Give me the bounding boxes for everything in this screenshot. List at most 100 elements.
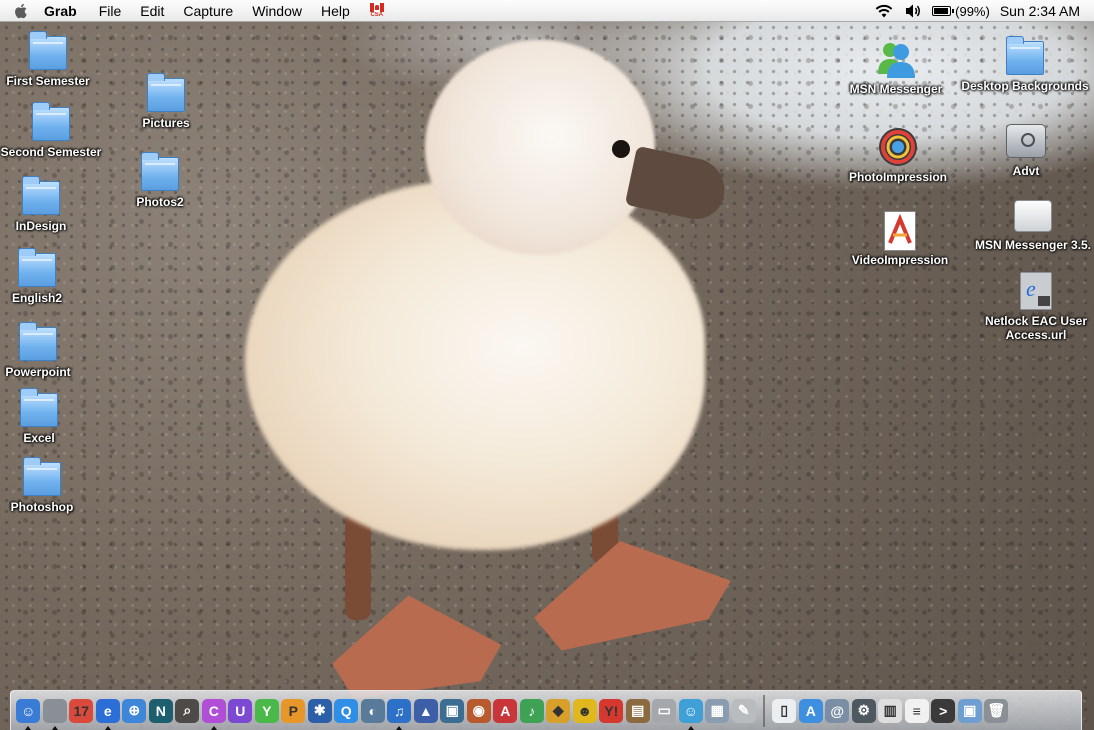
disk-image-icon: [1011, 194, 1055, 236]
dock-item-tool[interactable]: ✎: [731, 693, 758, 729]
desktop-icon-msn-messenger-3-5[interactable]: MSN Messenger 3.5.: [974, 194, 1092, 252]
dock-item-aim[interactable]: ☻: [572, 693, 599, 729]
dock-item-finder[interactable]: ☺: [15, 693, 42, 730]
dock-item-mountain-app[interactable]: ▲: [413, 693, 440, 729]
dock-item-trash[interactable]: 🗑: [983, 693, 1010, 729]
desktop-icon-english2[interactable]: English2: [0, 247, 96, 305]
quicktime-icon: Q: [334, 698, 359, 723]
dock: ☺ 17 e ⊕ N ⌕ C U Y P ✱ Q ◐ ♫ ▲ ▣ ◉ A ♪ ◆ ☻ Y! ▤ ▭ ☺ ▦ ✎ ▯ A @ ⚙ ▥ ≡ > ▣ 🗑: [10, 690, 1082, 730]
desktop-icon-pictures[interactable]: Pictures: [107, 72, 225, 130]
desktop-icon-photoshop[interactable]: Photoshop: [0, 456, 101, 514]
trash-icon: 🗑: [984, 698, 1009, 723]
u-app-icon: U: [228, 698, 253, 723]
dock-item-iphoto[interactable]: ▣: [439, 693, 466, 729]
dock-item-sherlock[interactable]: ⌕: [174, 693, 201, 729]
aim-icon: ☻: [572, 698, 597, 723]
dock-item-garageband[interactable]: ♪: [519, 693, 546, 729]
dock-item-dictionary[interactable]: ▤: [625, 693, 652, 729]
desktop-icon-label: Advt: [1012, 164, 1040, 178]
input-menu-label: CSA: [370, 11, 384, 18]
itunes-icon: ♫: [387, 698, 412, 723]
tool-icon: ✎: [731, 698, 756, 723]
safari-icon: ⊕: [122, 698, 147, 723]
menu-edit[interactable]: Edit: [140, 3, 164, 19]
dock-item-terminal[interactable]: >: [930, 693, 957, 729]
finder-icon: ☺: [16, 698, 41, 723]
desktop-icon-label: Second Semester: [0, 145, 102, 159]
dock-item-document[interactable]: ▯: [771, 693, 798, 729]
dock-item-finder-window[interactable]: ▣: [957, 693, 984, 729]
airport-wifi-icon[interactable]: [874, 3, 894, 19]
dock-item-u-app[interactable]: U: [227, 693, 254, 729]
running-indicator: [210, 725, 217, 730]
running-indicator: [25, 725, 32, 730]
desktop-icon-desktop-backgrounds[interactable]: Desktop Backgrounds: [961, 35, 1089, 93]
menu-app-name[interactable]: Grab: [44, 3, 77, 19]
dock-item-imovie[interactable]: ✱: [307, 693, 334, 729]
dock-item-ical[interactable]: 17: [68, 693, 95, 729]
dock-item-internet-location[interactable]: @: [824, 693, 851, 729]
volume-icon[interactable]: [904, 3, 922, 19]
mail-icon: [42, 698, 67, 723]
desktop-icon-photos2[interactable]: Photos2: [101, 151, 219, 209]
internet-explorer-icon: e: [95, 698, 120, 723]
input-menu-canada-flag-icon[interactable]: CSA: [369, 2, 385, 19]
svg-text:e: e: [1026, 276, 1036, 301]
msn-messenger-icon: [874, 38, 918, 80]
desktop-icon-advt[interactable]: Advt: [967, 120, 1085, 178]
netscape-icon: N: [148, 698, 173, 723]
dock-item-text-doc[interactable]: ≡: [904, 693, 931, 729]
dock-item-msn-messenger[interactable]: ☺: [678, 693, 705, 730]
menu-capture[interactable]: Capture: [183, 3, 233, 19]
dock-item-sign[interactable]: ◆: [545, 693, 572, 729]
network-icon: ◐: [360, 698, 385, 723]
dock-item-messenger-c[interactable]: C: [201, 693, 228, 730]
dock-item-y-app[interactable]: Y: [254, 693, 281, 729]
desktop-icon-msn-messenger[interactable]: MSN Messenger: [837, 38, 955, 96]
dock-item-internet-explorer[interactable]: e: [95, 693, 122, 730]
running-indicator: [396, 725, 403, 730]
piano-icon: ▥: [878, 698, 903, 723]
desktop-icon-excel[interactable]: Excel: [0, 387, 98, 445]
dock-item-photo-viewer[interactable]: ◉: [466, 693, 493, 729]
dock-item-network[interactable]: ◐: [360, 693, 387, 729]
dock-item-netscape[interactable]: N: [148, 693, 175, 729]
mountain-app-icon: ▲: [413, 698, 438, 723]
desktop-icon-videoimpression[interactable]: VideoImpression: [841, 209, 959, 267]
menu-file[interactable]: File: [99, 3, 122, 19]
dock-item-yahoo-messenger[interactable]: Y!: [598, 693, 625, 729]
dock-item-p-app[interactable]: P: [280, 693, 307, 729]
desktop-icon-label: Excel: [23, 431, 55, 445]
dock-divider: [763, 694, 765, 727]
dock-item-preview[interactable]: ▦: [704, 693, 731, 729]
desktop-icon-label: Pictures: [142, 116, 190, 130]
desktop-icon-second-semester[interactable]: Second Semester: [0, 101, 110, 159]
desktop-icon-label: MSN Messenger 3.5.: [974, 238, 1092, 252]
menu-window[interactable]: Window: [252, 3, 302, 19]
desktop-icon-indesign[interactable]: InDesign: [0, 175, 100, 233]
folder-icon: [1003, 35, 1047, 77]
apple-menu-icon[interactable]: [12, 2, 30, 20]
dock-item-piano[interactable]: ▥: [877, 693, 904, 729]
internet-location-icon: @: [825, 698, 850, 723]
desktop-icon-first-semester[interactable]: First Semester: [0, 30, 107, 88]
dock-item-safari[interactable]: ⊕: [121, 693, 148, 729]
battery-menu[interactable]: (99%): [932, 4, 990, 19]
menu-clock[interactable]: Sun 2:34 AM: [1000, 3, 1080, 19]
dock-item-itunes[interactable]: ♫: [386, 693, 413, 730]
terminal-icon: >: [931, 698, 956, 723]
desktop-icon-label: Powerpoint: [5, 365, 71, 379]
dock-item-quicktime[interactable]: Q: [333, 693, 360, 729]
dock-item-printer[interactable]: ▭: [651, 693, 678, 729]
dock-item-mail[interactable]: [42, 693, 69, 730]
menu-help[interactable]: Help: [321, 3, 350, 19]
folder-icon: [144, 72, 188, 114]
desktop-icon-powerpoint[interactable]: Powerpoint: [0, 321, 97, 379]
desktop-icon-photoimpression[interactable]: PhotoImpression: [839, 126, 957, 184]
desktop-icon-netlock-eac[interactable]: e Netlock EAC User Access.url: [977, 270, 1094, 342]
dock-item-applications-folder[interactable]: A: [798, 693, 825, 729]
dock-item-acrobat[interactable]: A: [492, 693, 519, 729]
photo-viewer-icon: ◉: [466, 698, 491, 723]
dock-item-utility[interactable]: ⚙: [851, 693, 878, 729]
folder-icon: [138, 151, 182, 193]
